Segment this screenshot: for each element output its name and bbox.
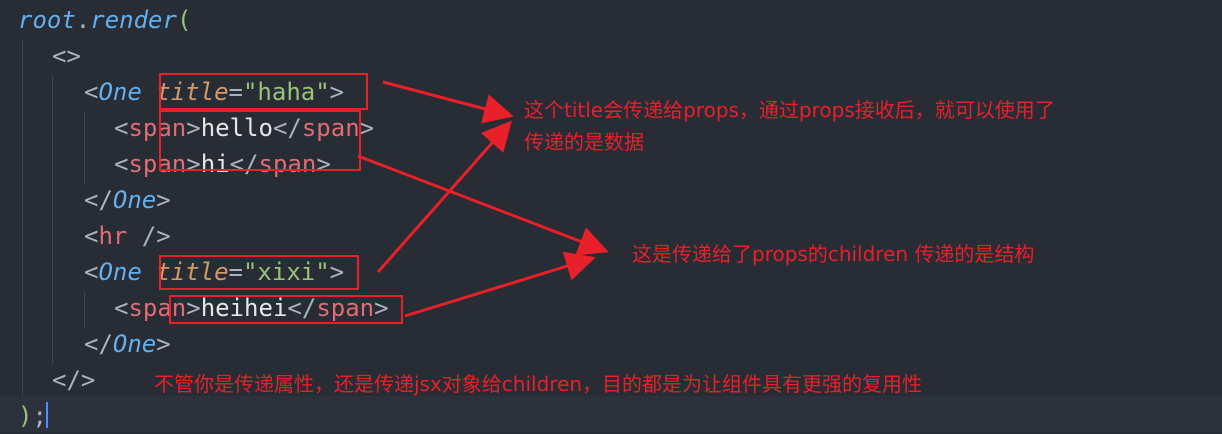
annotation-arrows: [357, 80, 609, 318]
summary-note: 不管你是传递属性，还是传递jsx对象给children，目的都是为让组件具有更强…: [154, 372, 923, 396]
arrow-title-xixi-to-note: [376, 120, 512, 273]
arrow-title-haha-to-note: [382, 80, 514, 124]
arrow-span-to-children-note: [357, 154, 609, 256]
props-note-line1: 这个title会传递给props，通过props接收后，就可以使用了: [524, 98, 1055, 122]
props-note-line2: 传递的是数据: [524, 130, 644, 154]
children-note: 这是传递给了props的children 传递的是结构: [632, 242, 1035, 266]
arrow-heihei-to-children-note: [404, 251, 596, 318]
